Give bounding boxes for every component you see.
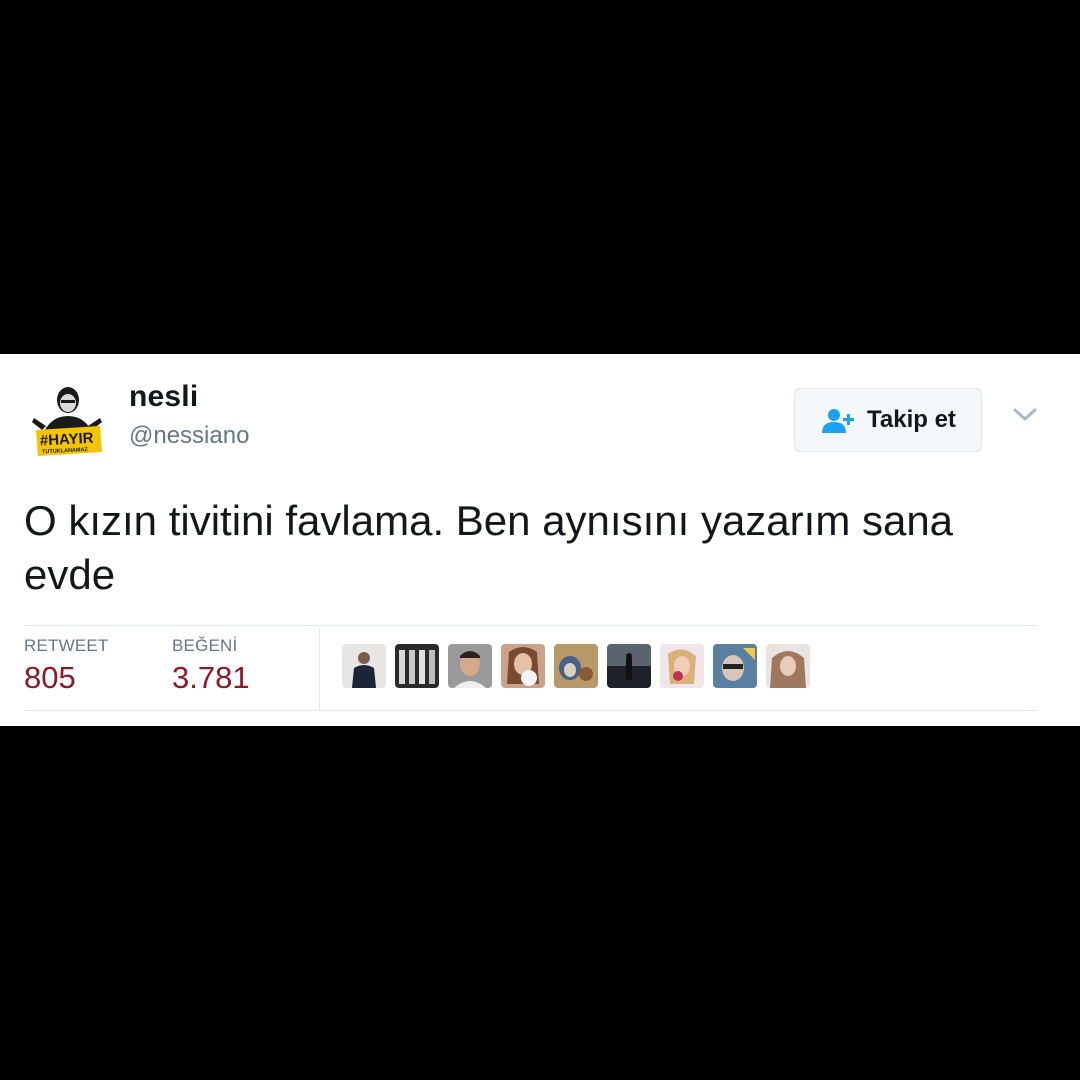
retweet-count: 805 [24,660,76,695]
liker-avatar[interactable] [554,644,598,688]
liker-avatar[interactable] [607,644,651,688]
liker-avatar[interactable] [660,644,704,688]
like-stat[interactable]: BEĞENİ 3.781 [172,636,250,696]
liker-avatar[interactable] [713,644,757,688]
author-name[interactable]: nesli [129,380,198,414]
liker-avatar[interactable] [448,644,492,688]
liker-avatar[interactable] [395,644,439,688]
like-count: 3.781 [172,660,250,695]
divider [24,710,1036,711]
chevron-down-icon[interactable] [1012,406,1038,424]
screenshot-frame: #HAYIR TUTUKLANAMAZ nesli @nessiano Taki… [0,0,1080,1080]
follow-button[interactable]: Takip et [794,388,982,452]
follow-button-label: Takip et [867,406,956,433]
stats-separator [319,628,320,710]
add-user-icon [821,407,857,435]
tweet-card: #HAYIR TUTUKLANAMAZ nesli @nessiano Taki… [0,354,1080,726]
retweet-stat[interactable]: RETWEET 805 [24,636,109,696]
author-avatar[interactable]: #HAYIR TUTUKLANAMAZ [30,378,104,460]
tweet-text: O kızın tivitini favlama. Ben aynısını y… [24,497,954,598]
author-handle[interactable]: @nessiano [129,422,249,450]
liker-avatar[interactable] [342,644,386,688]
like-label: BEĞENİ [172,636,238,655]
avatar-image: #HAYIR TUTUKLANAMAZ [30,378,104,460]
retweet-label: RETWEET [24,636,109,655]
divider [24,625,1036,626]
liker-avatar[interactable] [766,644,810,688]
liker-avatar[interactable] [501,644,545,688]
